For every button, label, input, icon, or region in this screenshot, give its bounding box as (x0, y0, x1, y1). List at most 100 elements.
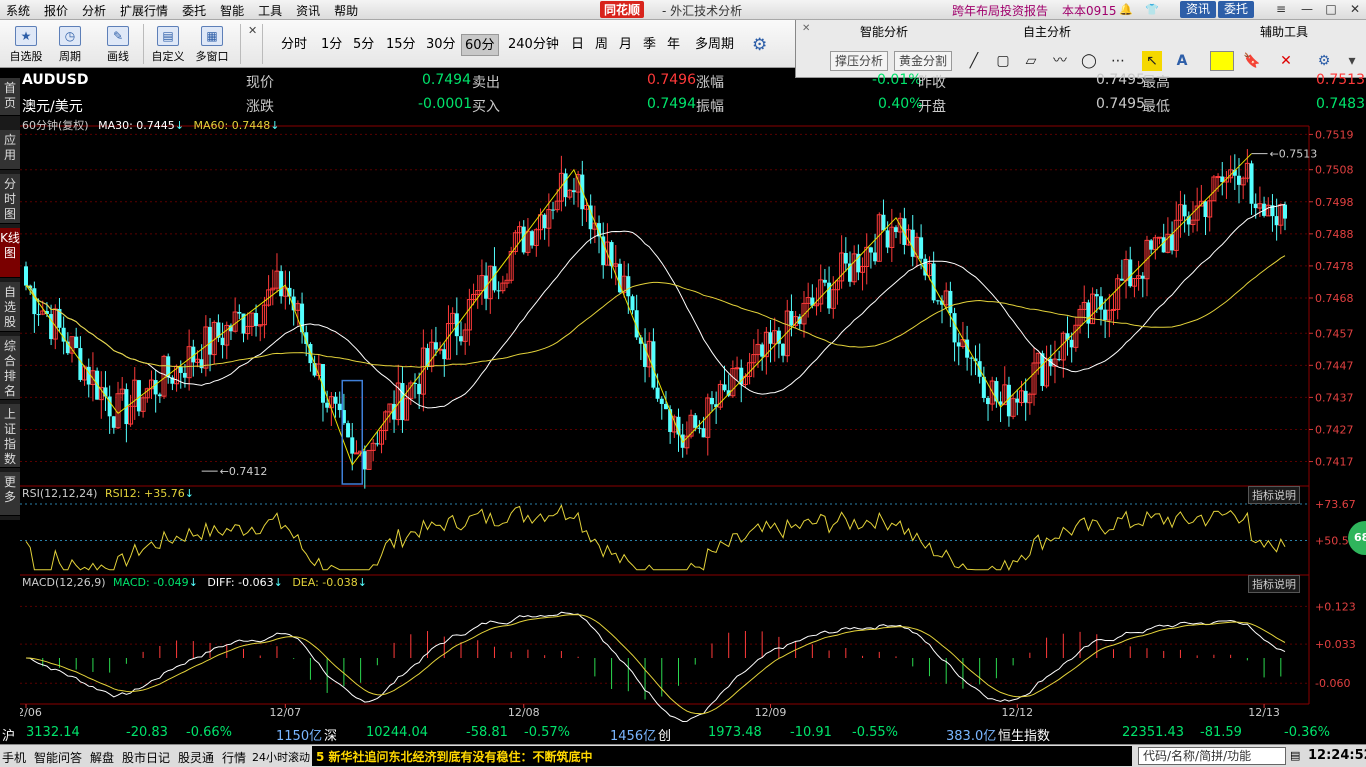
minimize-icon[interactable]: — (1296, 1, 1318, 18)
candle-body-down (885, 230, 890, 248)
collapse-icon[interactable]: ✕ (248, 24, 257, 37)
side-tab-kline[interactable]: K线图 (0, 228, 20, 278)
market-review-link[interactable]: 解盘 (90, 749, 114, 766)
menu-extended[interactable]: 扩展行情 (120, 2, 168, 19)
chart-area[interactable]: 0.7519 0.7508 0.7498 0.7488 0.7478 0.7468 0.74… (20, 68, 1366, 722)
trade-button[interactable]: 委托 (1218, 1, 1255, 18)
period-tab-month[interactable]: 月 (616, 34, 635, 56)
candle-body-down (111, 416, 116, 428)
menu-news[interactable]: 资讯 (296, 2, 320, 19)
candle-body-down (74, 336, 79, 349)
menu-trade[interactable]: 委托 (182, 2, 206, 19)
field-label-ask: 卖出 (472, 75, 500, 91)
multi-window-button[interactable]: ▦ 多窗口 (192, 22, 232, 66)
side-tab-sh-index[interactable]: 上证指数 (0, 404, 20, 468)
macd-tick-label: +0.033 (1315, 638, 1356, 651)
candle-body-down (199, 359, 204, 369)
period-tab-60min[interactable]: 60分 (461, 34, 499, 56)
period-tab-1min[interactable]: 1分 (318, 34, 345, 56)
period-tab-year[interactable]: 年 (664, 34, 683, 56)
side-tab-more[interactable]: 更多 (0, 472, 20, 516)
ma60-label: MA60: 0.7448 (193, 119, 271, 132)
period-tab-15min[interactable]: 15分 (383, 34, 419, 56)
shirt-icon[interactable]: 👕 (1144, 2, 1160, 18)
macd-label: MACD(12,26,9) (22, 576, 106, 589)
candle-body-down (1170, 234, 1175, 251)
period-tab-day[interactable]: 日 (568, 34, 587, 56)
code-search-input[interactable]: 代码/名称/简拼/功能 (1138, 747, 1286, 765)
menu-smart[interactable]: 智能 (220, 2, 244, 19)
sh-label: 沪 (2, 729, 16, 744)
close-icon[interactable]: ✕ (1344, 1, 1366, 18)
period-tab-week[interactable]: 周 (592, 34, 611, 56)
quotes-link[interactable]: 行情 (222, 749, 246, 766)
bell-icon[interactable]: 🔔 (1118, 2, 1134, 18)
gear-icon[interactable]: ⚙ (752, 35, 767, 55)
sz-value: 10244.04 (366, 725, 429, 740)
sz-pct: -0.57% (524, 725, 570, 740)
rolling-news-link[interactable]: 24小时滚动 (252, 749, 310, 765)
menu-quote[interactable]: 报价 (44, 2, 68, 19)
candle-body-down (1015, 398, 1020, 403)
candle-body-down (697, 427, 702, 429)
period-tab-quarter[interactable]: 季 (640, 34, 659, 56)
mobile-link[interactable]: 手机 (2, 749, 26, 766)
self-analysis-header: 自主分析 (1023, 25, 1072, 39)
side-tab-ranking[interactable]: 综合排名 (0, 336, 20, 400)
candle-body-down (220, 337, 225, 346)
candle-body-down (454, 313, 459, 337)
watchlist-button[interactable]: ★ 自选股 (6, 22, 46, 66)
promo-link[interactable]: 跨年布局投资报告 (952, 2, 1048, 19)
candle-body-down (873, 252, 878, 262)
candle-body-down (1094, 294, 1099, 297)
field-label-open: 开盘 (918, 99, 946, 115)
candle-body-down (208, 326, 213, 355)
diary-link[interactable]: 股市日记 (122, 749, 170, 766)
period-tab-240min[interactable]: 240分钟 (505, 34, 562, 56)
sh-value: 3132.14 (26, 725, 80, 740)
candle-body-down (1253, 203, 1258, 209)
period-button[interactable]: ◷ 周期 (50, 22, 90, 66)
period-tab-timeshare[interactable]: 分时 (278, 34, 310, 56)
candle-body-down (1040, 353, 1045, 386)
candle-body-down (693, 415, 698, 428)
candle-body-down (153, 380, 158, 395)
rsi-help-button[interactable]: 指标说明 (1248, 486, 1300, 504)
side-tab-apps[interactable]: 应用 (0, 130, 20, 170)
candle-body-down (325, 402, 330, 408)
windows-icon: ▦ (201, 26, 223, 46)
menu-toggle-icon[interactable]: ≡ (1270, 1, 1292, 18)
custom-button[interactable]: ▤ 自定义 (148, 22, 188, 66)
period-tab-30min[interactable]: 30分 (423, 34, 459, 56)
field-value-high: 0.7513 (1316, 72, 1365, 88)
side-tab-home[interactable]: 首页 (0, 78, 20, 116)
period-tab-multi[interactable]: 多周期 (692, 34, 737, 56)
star-icon: ★ (15, 26, 37, 46)
close-panel-icon[interactable]: ✕ (802, 23, 810, 34)
side-tab-timeshare[interactable]: 分时图 (0, 174, 20, 224)
news-ticker[interactable]: 5 新华社追问东北经济到底有没有稳住：不断筑底中 (312, 746, 1132, 766)
draw-line-button[interactable]: ✎ 画线 (98, 22, 138, 66)
macd-tick-label: +0.123 (1315, 600, 1356, 613)
low-marker-label: ←0.7412 (220, 465, 268, 478)
menu-help[interactable]: 帮助 (334, 2, 358, 19)
macd-help-button[interactable]: 指标说明 (1248, 575, 1300, 593)
maximize-icon[interactable]: □ (1320, 1, 1342, 18)
candle-body-down (1236, 175, 1241, 185)
candle-body-down (86, 366, 91, 385)
menu-system[interactable]: 系统 (6, 2, 30, 19)
menu-analysis[interactable]: 分析 (82, 2, 106, 19)
period-tab-5min[interactable]: 5分 (350, 34, 377, 56)
cy-label: 创 (658, 729, 672, 744)
stock-spirit-link[interactable]: 股灵通 (178, 749, 214, 766)
candle-body-down (768, 332, 773, 344)
search-icon[interactable]: ▤ (1290, 749, 1300, 762)
news-button[interactable]: 资讯 (1180, 1, 1217, 18)
menu-tools[interactable]: 工具 (258, 2, 282, 19)
field-value-amplitude: 0.40% (878, 96, 923, 112)
high-marker-label: ←0.7513 (1270, 148, 1318, 161)
candle-body-down (760, 344, 765, 357)
side-tab-watchlist[interactable]: 自选股 (0, 282, 20, 332)
smart-qa-link[interactable]: 智能问答 (34, 749, 82, 766)
candle-body-down (333, 396, 338, 404)
